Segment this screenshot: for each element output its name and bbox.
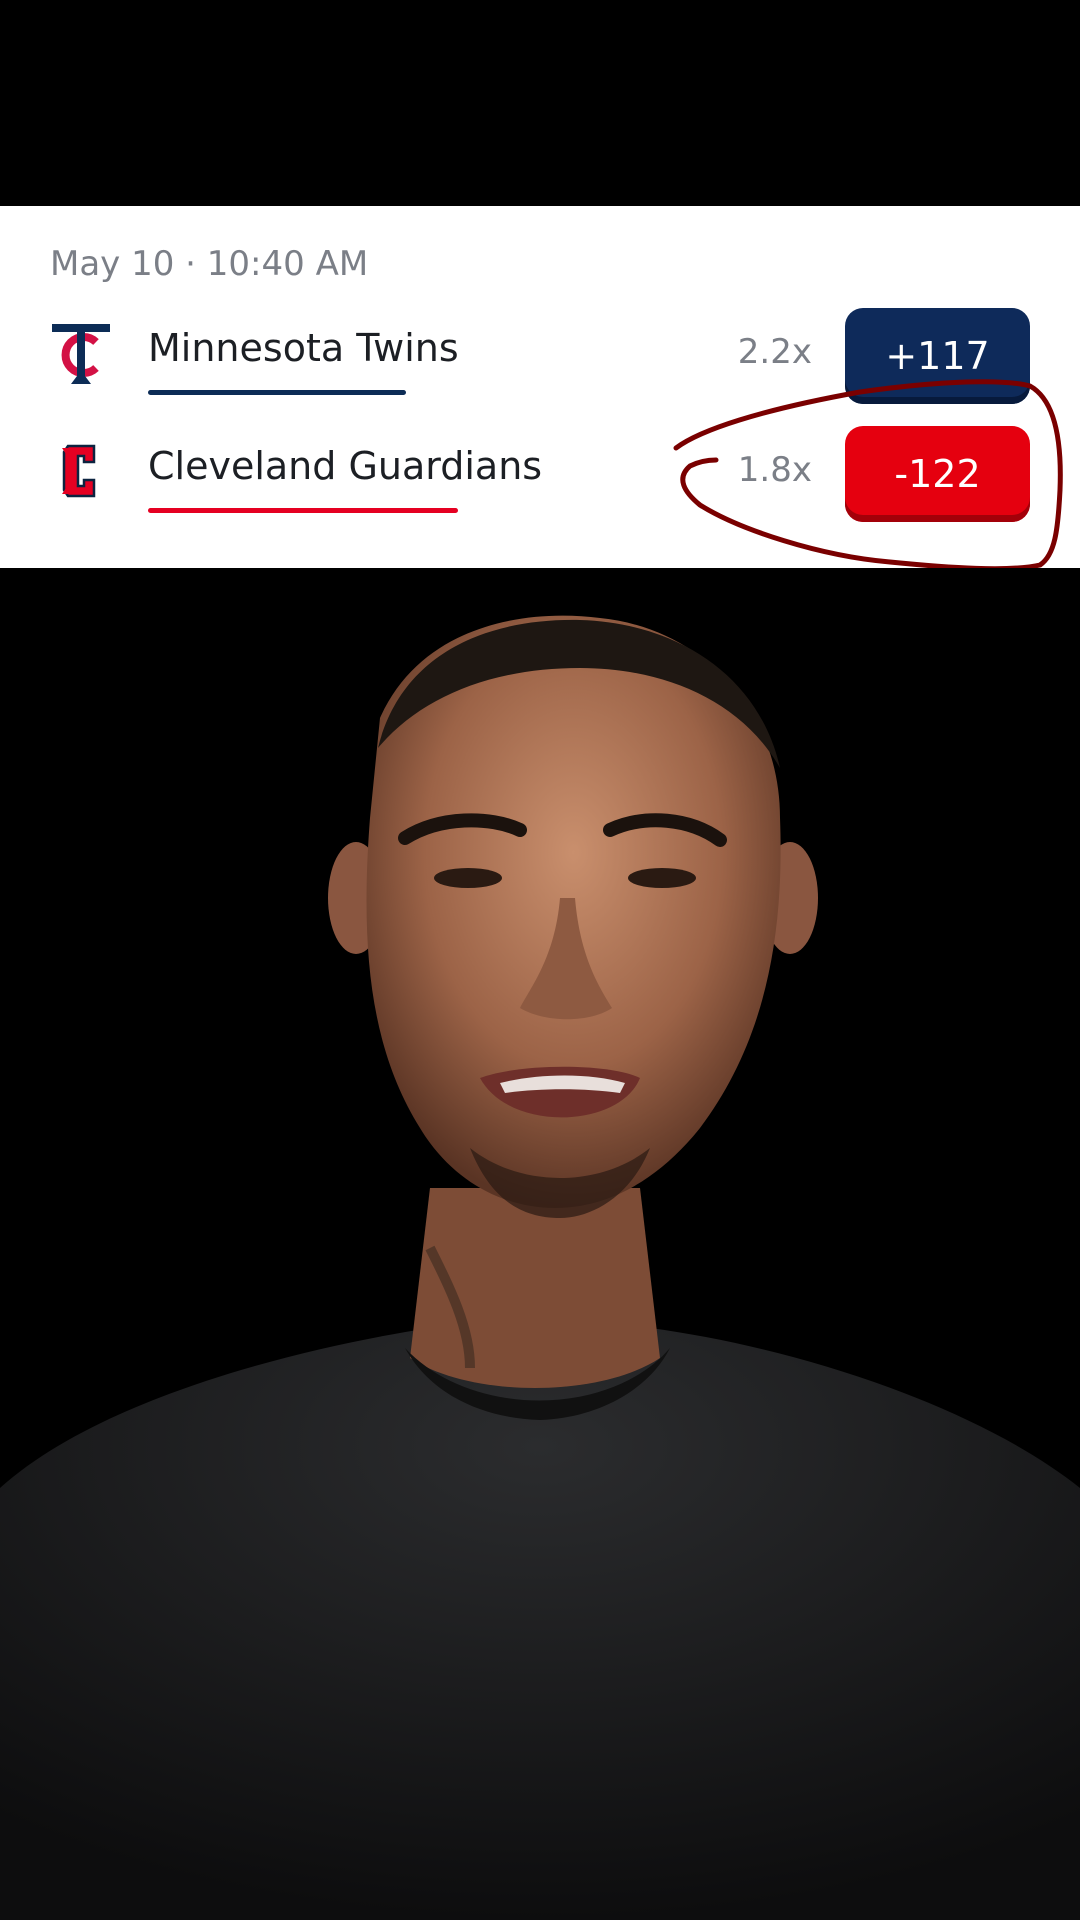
payout-multiplier: 1.8x [737,450,812,490]
game-datetime: May 10 · 10:40 AM [50,244,369,284]
team-row-twins: Minnesota Twins 2.2x +117 [0,308,1080,408]
team-color-bar [148,390,406,395]
video-frame: May 10 · 10:40 AM Minnesota Twins 2.2x +… [0,0,1080,1920]
payout-multiplier: 2.2x [737,332,812,372]
odds-button-twins[interactable]: +117 [845,308,1030,404]
team-name[interactable]: Minnesota Twins [148,326,459,370]
team-name[interactable]: Cleveland Guardians [148,444,542,488]
twins-logo-icon [46,318,116,388]
team-color-bar [148,508,458,513]
camera-feed-person [0,568,1080,1920]
odds-button-guardians[interactable]: -122 [845,426,1030,522]
odds-card: May 10 · 10:40 AM Minnesota Twins 2.2x +… [0,206,1080,568]
team-row-guardians: Cleveland Guardians 1.8x -122 [0,426,1080,526]
guardians-logo-icon [46,436,116,506]
